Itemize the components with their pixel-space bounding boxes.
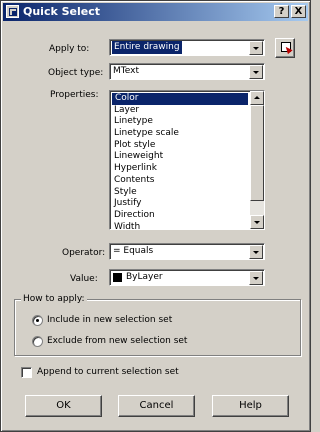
chevron-down-icon[interactable] <box>249 41 263 55</box>
color-swatch <box>113 273 122 282</box>
object-type-value: MText <box>113 66 139 76</box>
list-item[interactable]: Hyperlink <box>111 163 249 175</box>
operator-value: = Equals <box>113 246 154 256</box>
exclude-radio[interactable] <box>32 336 43 347</box>
apply-to-label: Apply to: <box>49 44 90 54</box>
how-to-apply-group <box>14 299 301 356</box>
object-type-combo[interactable]: MText <box>109 63 265 80</box>
list-item[interactable]: Direction <box>111 210 249 222</box>
list-item[interactable]: Justify <box>111 198 249 210</box>
select-objects-button[interactable] <box>275 38 295 58</box>
value-combo[interactable]: ByLayer <box>109 269 265 286</box>
list-item[interactable]: Color <box>112 93 248 105</box>
value-label: Value: <box>70 274 98 284</box>
list-item[interactable]: Layer <box>111 105 249 117</box>
object-type-label: Object type: <box>48 68 104 78</box>
include-label[interactable]: Include in new selection set <box>47 314 172 326</box>
cursor-arrow-icon <box>283 44 293 55</box>
list-item[interactable]: Linetype <box>111 116 249 128</box>
title-bar[interactable]: Quick Select ? X <box>3 3 308 21</box>
scroll-down-icon[interactable] <box>250 215 264 229</box>
how-to-apply-title: How to apply: <box>21 293 87 305</box>
quick-select-dialog: Quick Select ? X Apply to: Entire drawin… <box>0 0 311 432</box>
list-item[interactable]: Plot style <box>111 140 249 152</box>
include-radio[interactable] <box>32 315 43 326</box>
help-button[interactable]: Help <box>212 395 289 417</box>
help-title-button[interactable]: ? <box>274 5 289 18</box>
list-item[interactable]: Style <box>111 187 249 199</box>
ok-button[interactable]: OK <box>25 395 102 417</box>
list-item[interactable]: Lineweight <box>111 151 249 163</box>
operator-label: Operator: <box>62 248 106 258</box>
properties-label: Properties: <box>50 90 99 100</box>
list-item[interactable]: Linetype scale <box>111 128 249 140</box>
chevron-down-icon[interactable] <box>249 65 263 79</box>
chevron-down-icon[interactable] <box>249 271 263 285</box>
exclude-label[interactable]: Exclude from new selection set <box>47 335 187 347</box>
list-item[interactable]: Contents <box>111 175 249 187</box>
list-item[interactable]: Width <box>111 222 249 229</box>
scroll-up-icon[interactable] <box>250 91 264 105</box>
append-checkbox[interactable] <box>21 367 32 378</box>
window-title: Quick Select <box>23 5 101 18</box>
properties-scrollbar[interactable] <box>250 91 264 229</box>
cancel-button[interactable]: Cancel <box>118 395 195 417</box>
quick-select-app-icon <box>6 5 19 18</box>
properties-listbox[interactable]: Color Layer Linetype Linetype scale Plot sty… <box>109 90 265 230</box>
scroll-thumb[interactable] <box>250 105 264 201</box>
apply-to-value: Entire drawing <box>112 41 182 54</box>
close-button[interactable]: X <box>291 5 306 18</box>
apply-to-combo[interactable]: Entire drawing <box>109 39 265 56</box>
operator-combo[interactable]: = Equals <box>109 243 265 260</box>
value-value: ByLayer <box>126 272 163 282</box>
append-label[interactable]: Append to current selection set <box>37 366 179 378</box>
chevron-down-icon[interactable] <box>249 245 263 259</box>
